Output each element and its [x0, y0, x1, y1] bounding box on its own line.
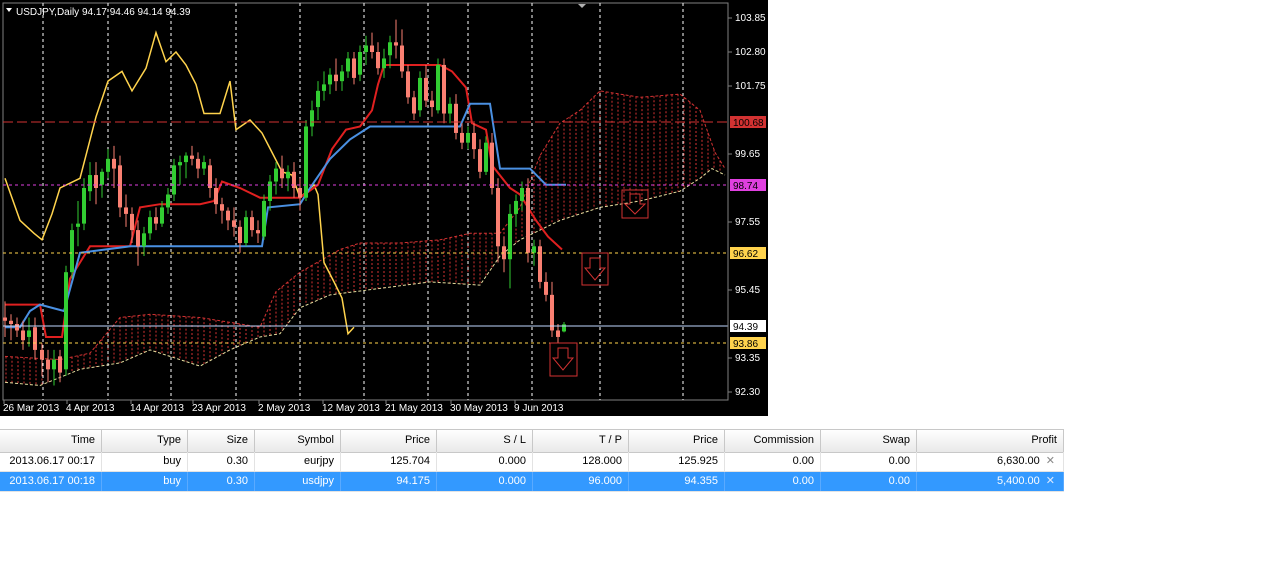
cell-type: buy: [102, 452, 188, 471]
price-label: 97.55: [735, 217, 760, 228]
column-header-open-price[interactable]: Price: [341, 430, 437, 452]
price-label: 92.30: [735, 387, 760, 398]
table-row[interactable]: 2013.06.17 00:18 buy 0.30 usdjpy 94.175 …: [0, 472, 1064, 492]
chart-canvas[interactable]: USDJPY,Daily 94.17 94.46 94.14 94.39 103…: [0, 0, 768, 416]
column-header-stop-loss[interactable]: S / L: [437, 430, 533, 452]
cell-type: buy: [102, 472, 188, 491]
cell-stop-loss: 0.000: [437, 472, 533, 491]
svg-text:94.39: 94.39: [733, 322, 758, 333]
close-icon[interactable]: ✕: [1046, 452, 1055, 471]
cell-time: 2013.06.17 00:18: [0, 472, 102, 491]
column-header-current-price[interactable]: Price: [629, 430, 725, 452]
cell-take-profit: 96.000: [533, 472, 629, 491]
date-label: 2 May 2013: [258, 403, 311, 414]
cell-take-profit: 128.000: [533, 452, 629, 471]
cell-swap: 0.00: [821, 472, 917, 491]
candle: [304, 120, 308, 201]
svg-text:100.68: 100.68: [733, 118, 764, 129]
level-tag-current: 94.39: [730, 320, 766, 333]
date-axis: 26 Mar 2013 4 Apr 2013 14 Apr 2013 23 Apr 2…: [3, 400, 564, 414]
candle: [262, 194, 266, 240]
column-header-size[interactable]: Size: [188, 430, 255, 452]
cell-swap: 0.00: [821, 452, 917, 471]
profit-value: 5,400.00: [996, 475, 1040, 487]
column-header-take-profit[interactable]: T / P: [533, 430, 629, 452]
svg-text:93.86: 93.86: [733, 339, 758, 350]
column-header-symbol[interactable]: Symbol: [255, 430, 341, 452]
column-header-swap[interactable]: Swap: [821, 430, 917, 452]
date-label: 9 Jun 2013: [514, 403, 564, 414]
date-label: 14 Apr 2013: [130, 403, 184, 414]
candle: [436, 58, 440, 114]
cell-stop-loss: 0.000: [437, 452, 533, 471]
cell-open-price: 125.704: [341, 452, 437, 471]
date-label: 23 Apr 2013: [192, 403, 246, 414]
cell-profit: 6,630.00 ✕: [917, 452, 1064, 471]
column-header-time[interactable]: Time: [0, 430, 102, 452]
svg-text:98.74: 98.74: [733, 181, 758, 192]
price-label: 103.85: [735, 13, 766, 24]
level-tag-yellow: 96.62: [730, 247, 766, 260]
price-label: 102.80: [735, 47, 766, 58]
price-label: 101.75: [735, 81, 766, 92]
candle: [538, 239, 542, 289]
date-label: 30 May 2013: [450, 403, 508, 414]
candle: [526, 178, 530, 263]
cell-symbol: usdjpy: [255, 472, 341, 491]
candle: [64, 265, 68, 376]
level-tag-low: 93.86: [730, 337, 766, 350]
cell-size: 0.30: [188, 472, 255, 491]
cell-profit: 5,400.00 ✕: [917, 472, 1064, 491]
date-label: 21 May 2013: [385, 403, 443, 414]
trade-table-header: Time Type Size Symbol Price S / L T / P …: [0, 429, 1064, 453]
chart-title: USDJPY,Daily 94.17 94.46 94.14 94.39: [16, 7, 191, 18]
date-label: 26 Mar 2013: [3, 403, 60, 414]
date-label: 4 Apr 2013: [66, 403, 115, 414]
price-label: 95.45: [735, 285, 760, 296]
table-row[interactable]: 2013.06.17 00:17 buy 0.30 eurjpy 125.704…: [0, 452, 1064, 472]
cell-symbol: eurjpy: [255, 452, 341, 471]
price-label: 93.35: [735, 353, 760, 364]
chart-window[interactable]: USDJPY,Daily 94.17 94.46 94.14 94.39 103…: [0, 0, 768, 416]
close-icon[interactable]: ✕: [1046, 472, 1055, 491]
cell-open-price: 94.175: [341, 472, 437, 491]
cell-commission: 0.00: [725, 452, 821, 471]
profit-value: 6,630.00: [996, 455, 1040, 467]
cell-commission: 0.00: [725, 472, 821, 491]
cell-current-price: 125.925: [629, 452, 725, 471]
candle: [418, 71, 422, 117]
column-header-type[interactable]: Type: [102, 430, 188, 452]
candle: [70, 223, 74, 279]
level-tag-magenta: 98.74: [730, 179, 766, 192]
level-tag-red: 100.68: [730, 116, 766, 129]
cell-size: 0.30: [188, 452, 255, 471]
svg-text:96.62: 96.62: [733, 249, 758, 260]
price-label: 99.65: [735, 149, 760, 160]
cell-time: 2013.06.17 00:17: [0, 452, 102, 471]
column-header-commission[interactable]: Commission: [725, 430, 821, 452]
date-label: 12 May 2013: [322, 403, 380, 414]
cell-current-price: 94.355: [629, 472, 725, 491]
column-header-profit[interactable]: Profit: [917, 430, 1064, 452]
